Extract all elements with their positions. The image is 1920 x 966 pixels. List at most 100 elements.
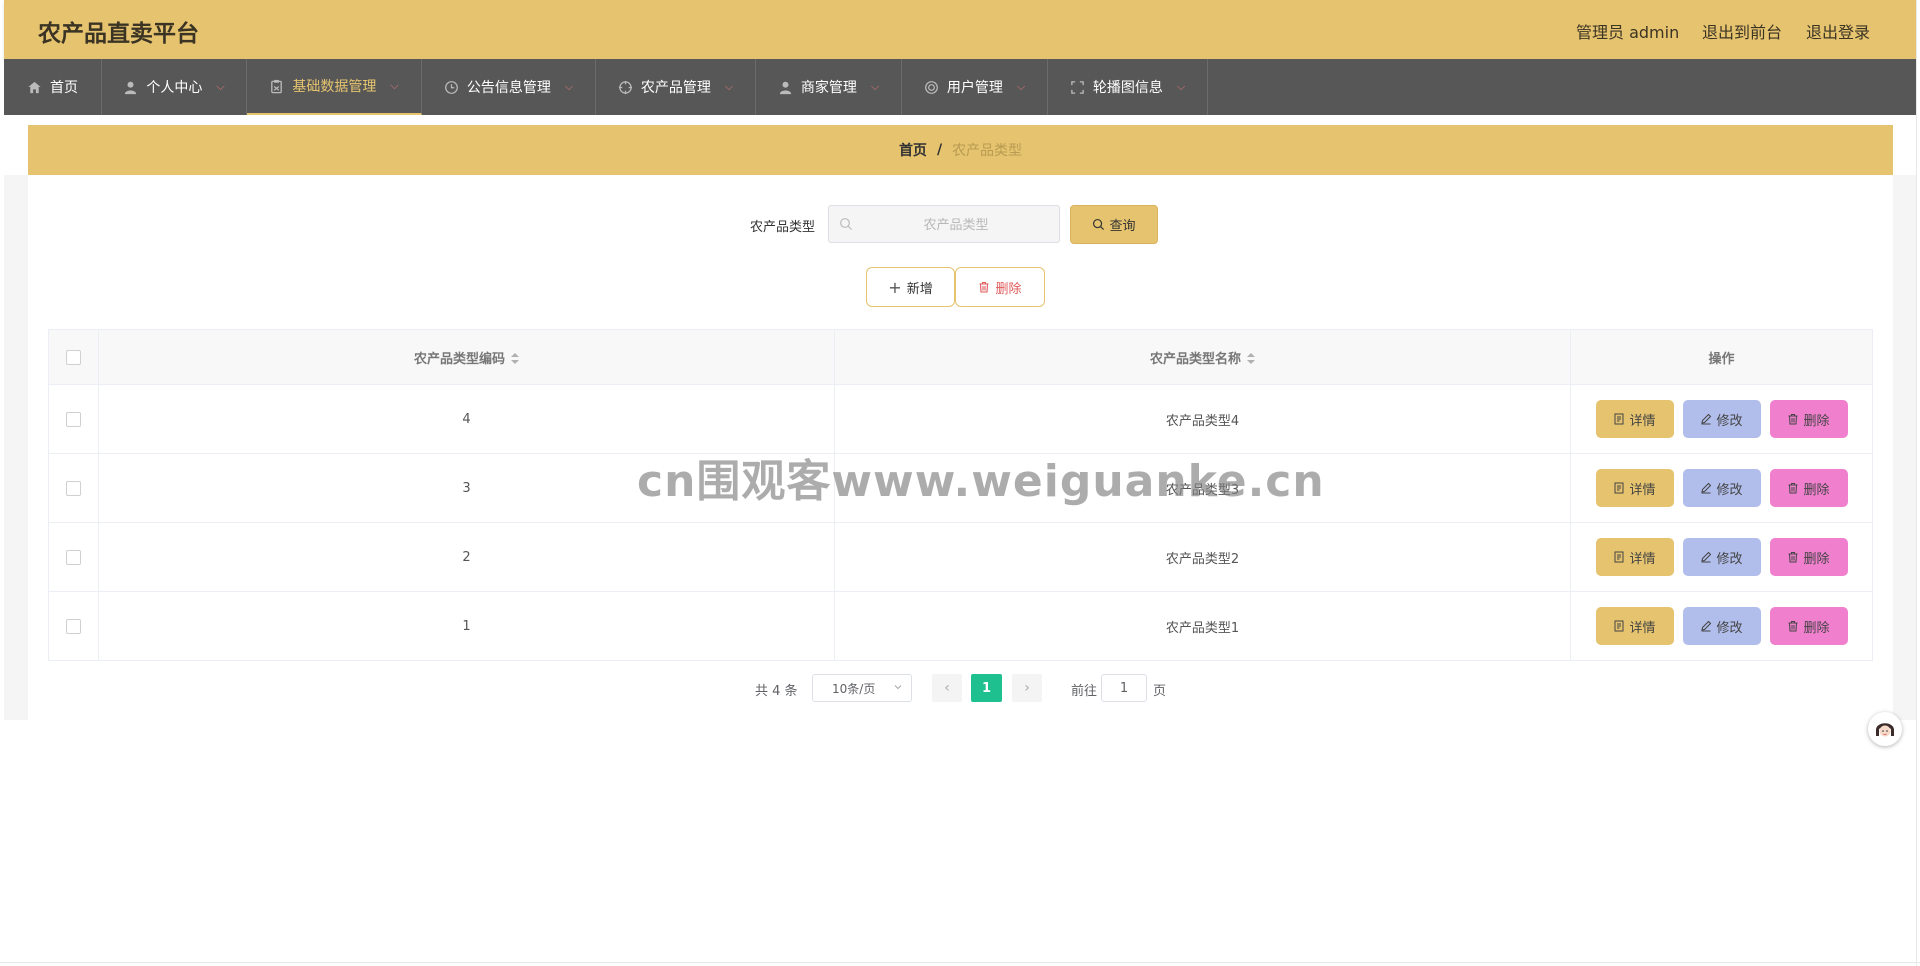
nav-label: 轮播图信息 <box>1092 80 1163 96</box>
nav-label: 首页 <box>50 80 78 96</box>
table-row: 4 农产品类型4 详情 修改 删除 <box>48 384 1873 454</box>
select-all-cell <box>48 329 99 385</box>
sort-icon[interactable] <box>511 353 519 365</box>
edit-button[interactable]: 修改 <box>1682 607 1761 645</box>
nav-label: 农产品管理 <box>640 80 711 96</box>
edit-icon <box>1701 620 1712 632</box>
chevron-down-icon: ⌵ <box>870 80 880 93</box>
admin-label: 管理员 admin <box>1576 23 1680 42</box>
nav-item-base-data[interactable]: 基础数据管理 ⌵ <box>247 59 422 115</box>
column-header-name[interactable]: 农产品类型名称 <box>834 329 1571 385</box>
avatar[interactable] <box>1868 712 1902 746</box>
chevron-down-icon: ⌵ <box>1176 80 1186 93</box>
nav-item-carousel[interactable]: 轮播图信息 ⌵ <box>1048 59 1208 115</box>
cell-code: 2 <box>98 522 835 592</box>
nav-label: 公告信息管理 <box>466 80 551 96</box>
query-button-label: 查询 <box>1109 219 1136 234</box>
delete-button[interactable]: 删除 <box>1769 607 1848 645</box>
table-row: 1 农产品类型1 详情 修改 删除 <box>48 591 1873 661</box>
edit-button[interactable]: 修改 <box>1682 400 1761 438</box>
top-header: 农产品直卖平台 管理员 admin 退出到前台 退出登录 <box>4 0 1916 59</box>
clipboard-icon <box>271 79 283 93</box>
nav-label: 商家管理 <box>800 80 857 96</box>
sort-icon[interactable] <box>1247 353 1255 365</box>
breadcrumb-home[interactable]: 首页 <box>899 140 927 160</box>
trash-icon <box>1788 552 1798 563</box>
detail-button[interactable]: 详情 <box>1595 400 1674 438</box>
goto-suffix: 页 <box>1153 684 1167 699</box>
chevron-down-icon: ⌵ <box>564 80 574 93</box>
chevron-down-icon: ⌵ <box>1016 80 1026 93</box>
clock-icon <box>444 80 458 94</box>
page-size-select[interactable]: 10条/页 <box>812 674 912 702</box>
row-checkbox[interactable] <box>66 618 81 634</box>
trash-icon <box>1788 414 1798 425</box>
prev-page-button[interactable]: ‹ <box>932 674 962 702</box>
delete-label: 删除 <box>1803 413 1830 429</box>
delete-label: 删除 <box>1803 620 1830 636</box>
trash-icon <box>1788 483 1798 494</box>
edit-button[interactable]: 修改 <box>1682 469 1761 507</box>
cell-name: 农产品类型2 <box>834 522 1571 592</box>
select-all-checkbox[interactable] <box>66 349 81 365</box>
nav-item-product[interactable]: 农产品管理 ⌵ <box>596 59 756 115</box>
app-frame: 农产品直卖平台 管理员 admin 退出到前台 退出登录 首页 个人中心 ⌵ 基… <box>0 0 1920 966</box>
detail-button[interactable]: 详情 <box>1595 538 1674 576</box>
trash-icon <box>979 281 989 293</box>
nav-item-notice[interactable]: 公告信息管理 ⌵ <box>422 59 596 115</box>
edit-icon <box>1701 551 1712 563</box>
logout-link[interactable]: 退出登录 <box>1806 19 1870 43</box>
breadcrumb-current: 农产品类型 <box>952 143 1023 159</box>
nav-item-personal[interactable]: 个人中心 ⌵ <box>102 59 247 115</box>
row-checkbox[interactable] <box>66 411 81 427</box>
add-button[interactable]: + 新增 <box>866 267 955 307</box>
detail-label: 详情 <box>1629 620 1656 636</box>
column-header-label: 操作 <box>1708 351 1735 367</box>
search-icon <box>840 218 852 230</box>
front-link[interactable]: 退出到前台 <box>1702 19 1782 43</box>
cell-name: 农产品类型1 <box>834 591 1571 661</box>
nav-label: 用户管理 <box>946 80 1003 96</box>
row-checkbox[interactable] <box>66 480 81 496</box>
window-edge <box>1916 0 1920 966</box>
content-gutter <box>1893 175 1916 720</box>
table-row: 2 农产品类型2 详情 修改 删除 <box>48 522 1873 592</box>
goto-page-input[interactable] <box>1101 674 1147 702</box>
batch-delete-label: 删除 <box>995 281 1022 297</box>
edit-button[interactable]: 修改 <box>1682 538 1761 576</box>
table-header-row: 农产品类型编码 农产品类型名称 操作 <box>48 329 1873 385</box>
nav-item-home[interactable]: 首页 <box>4 59 102 115</box>
home-icon <box>28 81 41 93</box>
row-checkbox[interactable] <box>66 549 81 565</box>
search-label: 农产品类型 <box>750 220 816 235</box>
batch-delete-button[interactable]: 删除 <box>955 267 1045 307</box>
document-icon <box>1614 620 1624 632</box>
detail-label: 详情 <box>1629 551 1656 567</box>
detail-button[interactable]: 详情 <box>1595 607 1674 645</box>
window-edge <box>0 962 1920 963</box>
search-icon <box>1093 218 1105 231</box>
detail-label: 详情 <box>1629 482 1656 498</box>
search-input[interactable] <box>859 206 1053 244</box>
user-icon <box>125 81 137 94</box>
nav-item-merchant[interactable]: 商家管理 ⌵ <box>756 59 902 115</box>
delete-button[interactable]: 删除 <box>1769 469 1848 507</box>
content-gutter <box>4 175 28 720</box>
delete-button[interactable]: 删除 <box>1769 400 1848 438</box>
chevron-left-icon: ‹ <box>944 680 950 696</box>
next-page-button[interactable]: › <box>1012 674 1042 702</box>
document-icon <box>1614 551 1624 563</box>
nav-label: 基础数据管理 <box>292 79 377 95</box>
detail-label: 详情 <box>1629 413 1656 429</box>
delete-button[interactable]: 删除 <box>1769 538 1848 576</box>
nav-label: 个人中心 <box>146 80 203 96</box>
detail-button[interactable]: 详情 <box>1595 469 1674 507</box>
delete-label: 删除 <box>1803 482 1830 498</box>
search-field <box>828 205 1060 244</box>
column-header-code[interactable]: 农产品类型编码 <box>98 329 835 385</box>
edit-label: 修改 <box>1716 620 1743 636</box>
query-button[interactable]: 查询 <box>1070 205 1158 244</box>
nav-item-users[interactable]: 用户管理 ⌵ <box>902 59 1048 115</box>
chevron-down-icon: ⌵ <box>216 80 225 93</box>
page-number-current[interactable]: 1 <box>971 674 1002 702</box>
